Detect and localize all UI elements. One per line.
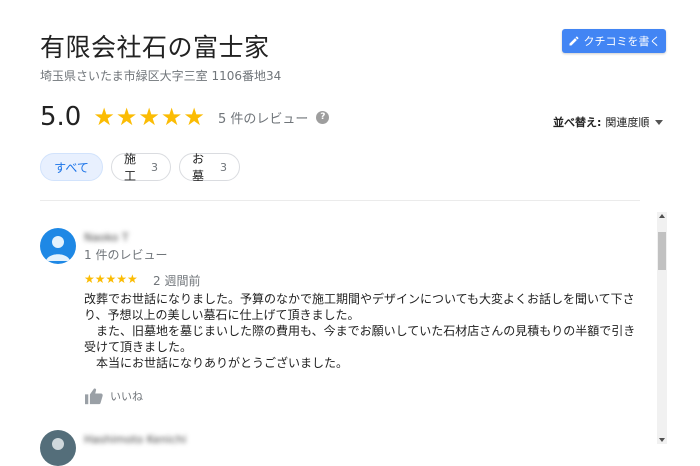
review-date: 2 週間前 — [153, 274, 201, 288]
review-text-line: 本当にお世話になりありがとうございました。 — [84, 356, 349, 370]
like-button[interactable]: いいね — [84, 387, 143, 405]
help-circle-icon[interactable]: ? — [316, 110, 330, 124]
reviewer-review-count: 1 件のレビュー — [84, 248, 168, 262]
thumbs-up-icon — [85, 388, 103, 405]
scrollbar-thumb[interactable] — [658, 232, 666, 270]
business-name: 有限会社石の富士家 — [40, 33, 270, 62]
filter-chip-label: すべて — [54, 160, 89, 175]
sort-value: 関連度順 — [605, 116, 650, 129]
person-icon — [40, 228, 76, 264]
rating-summary: 5.0 ★★★★★ 5 件のレビュー ? — [40, 100, 330, 134]
reviewer-name[interactable]: Naoko T — [84, 231, 129, 244]
reviewer-name[interactable]: Hashimoto Kenichi — [84, 433, 186, 446]
review-text: 改葬でお世話になりました。予算のなかで施工期間やデザインについても大変よくお話し… — [84, 291, 644, 371]
write-review-button[interactable]: クチコミを書く — [562, 29, 666, 53]
caret-down-icon — [655, 119, 664, 125]
sort-dropdown[interactable]: 並べ替え: 関連度順 — [553, 114, 664, 130]
review-text-line: 改葬でお世話になりました。予算のなかで施工期間やデザインについても大変よくお話し… — [84, 292, 635, 322]
write-review-label: クチコミを書く — [583, 35, 661, 48]
person-icon — [40, 430, 76, 466]
pencil-icon — [569, 36, 579, 46]
filter-chip-grave[interactable]: お墓 3 — [179, 152, 240, 183]
filter-chip-count: 3 — [220, 160, 227, 174]
filter-chip-all[interactable]: すべて — [40, 153, 103, 181]
filter-chip-count: 3 — [151, 160, 158, 174]
review-text-line: また、旧墓地を墓じまいした際の費用も、今までお願いしていた石材店さんの見積もりの… — [84, 324, 636, 354]
sort-label: 並べ替え: — [553, 116, 602, 129]
avatar[interactable] — [40, 430, 76, 466]
scroll-down-icon[interactable] — [659, 438, 665, 442]
rating-score: 5.0 — [40, 102, 82, 132]
filter-chip-label: 施工 — [124, 152, 137, 183]
scroll-up-icon[interactable] — [659, 214, 665, 218]
divider — [40, 200, 640, 201]
review-stars: ★★★★★ — [84, 272, 138, 286]
filter-chip-construction[interactable]: 施工 3 — [111, 152, 171, 183]
review-count[interactable]: 5 件のレビュー — [218, 108, 308, 127]
filter-chip-label: お墓 — [192, 152, 205, 183]
scrollbar[interactable] — [657, 212, 667, 444]
rating-stars: ★★★★★ — [93, 103, 206, 131]
business-address: 埼玉県さいたま市緑区大字三室 1106番地34 — [40, 69, 282, 83]
avatar[interactable] — [40, 228, 76, 264]
like-label: いいね — [110, 390, 143, 403]
